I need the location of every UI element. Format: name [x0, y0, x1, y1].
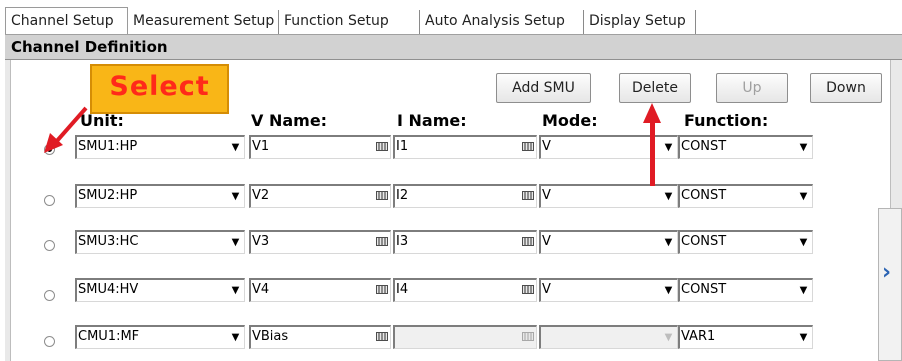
- arrow-head: [643, 103, 661, 123]
- arrow-shaft: [650, 120, 655, 186]
- annotation-arrows: [44, 103, 661, 186]
- arrow-to-delete: [643, 103, 661, 186]
- arrow-shaft: [54, 106, 88, 144]
- arrow-to-radio: [44, 106, 88, 153]
